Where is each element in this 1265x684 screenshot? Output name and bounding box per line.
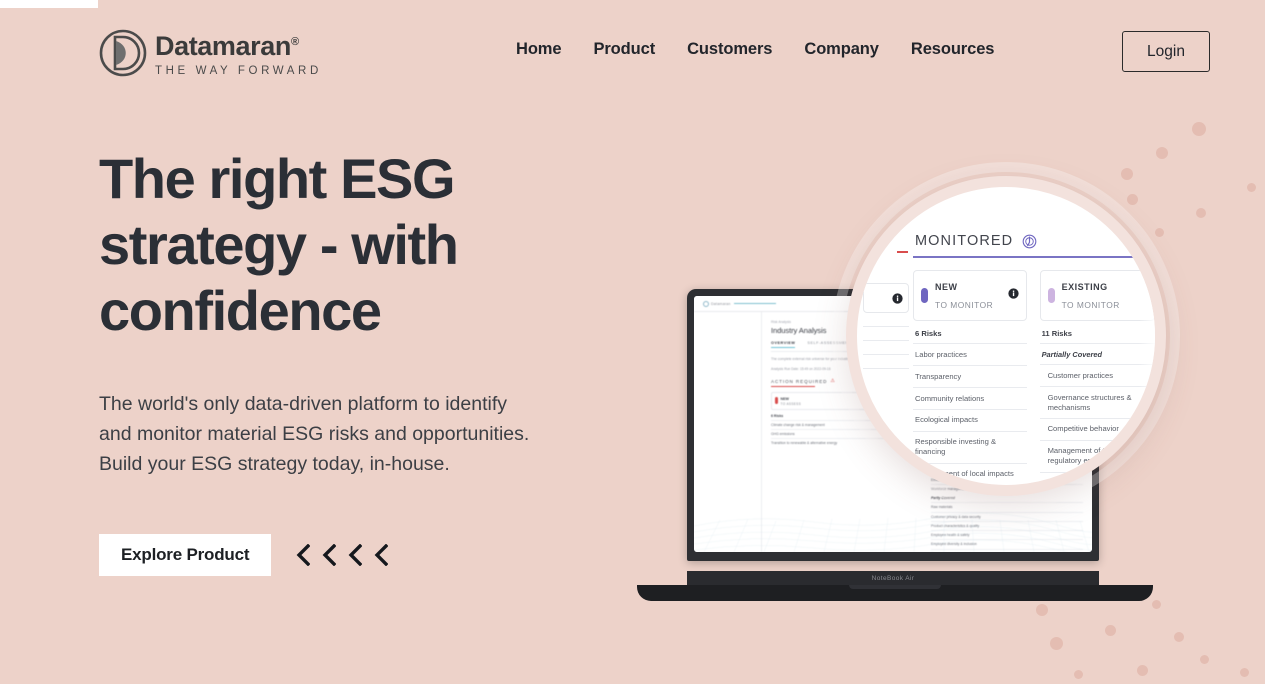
wave-mesh-graphic	[694, 513, 1092, 552]
chevron-left-icon	[348, 544, 363, 566]
risk-count-new: 6 Risks	[915, 329, 942, 339]
monitored-title: MONITORED	[915, 233, 1014, 249]
nav-item-customers[interactable]: Customers	[671, 40, 788, 59]
laptop-base	[637, 585, 1153, 601]
hero-content: The right ESG strategy - with confidence…	[99, 146, 619, 576]
risk-count-existing: 11 Risks	[1041, 329, 1072, 339]
hero-title-line-1: The right ESG	[99, 147, 456, 210]
status-pill-new	[921, 287, 928, 303]
app-logo-label: Datamaran	[711, 301, 731, 306]
chevron-left-icon	[322, 544, 337, 566]
app-topbar-underline	[733, 303, 776, 304]
app-section-underline	[771, 386, 815, 388]
explore-product-button[interactable]: Explore Product	[99, 534, 272, 576]
hero-cta-row: Explore Product	[99, 534, 619, 576]
tab-self-assessment[interactable]: SELF-ASSESSMENT	[807, 341, 851, 348]
card-subtitle: TO MONITOR	[935, 300, 994, 311]
app-logo-icon	[703, 300, 709, 307]
lens-right-fade	[1139, 187, 1155, 485]
datamaran-logo-icon	[99, 29, 147, 77]
card-new-to-monitor[interactable]: NEW TO MONITOR	[913, 269, 1027, 322]
nav-item-home[interactable]: Home	[500, 40, 577, 59]
column-new-to-monitor: NEW TO MONITOR 6 Risks Labor practices T…	[913, 269, 1027, 485]
card-existing-to-monitor[interactable]: EXISTING TO MONITOR	[1039, 269, 1155, 322]
nav-item-resources[interactable]: Resources	[895, 40, 1010, 59]
magnifier-lens: MONITORED NEW TO MONITOR 6 Risks Labor p…	[846, 176, 1166, 496]
hero-subtitle: The world's only data-driven platform to…	[99, 393, 530, 475]
tab-overview[interactable]: OVERVIEW	[771, 341, 796, 348]
app-card-subtitle: TO ASSESS	[780, 402, 802, 407]
partial-column-edge	[863, 283, 909, 369]
partial-card	[863, 283, 909, 313]
group-label-partially-covered: Partially Covered	[1039, 343, 1155, 364]
magnifier-content: MONITORED NEW TO MONITOR 6 Risks Labor p…	[857, 187, 1155, 485]
card-title: NEW	[935, 281, 958, 292]
column-existing-to-monitor: EXISTING TO MONITOR 11 Risks Partially C…	[1039, 269, 1155, 485]
site-header: Datamaran® THE WAY FORWARD Home Product …	[0, 0, 1265, 105]
app-card-title: NEW	[780, 396, 789, 401]
login-button[interactable]: Login	[1122, 31, 1210, 72]
status-pill-existing	[1047, 287, 1055, 303]
page-title: The right ESG strategy - with confidence	[99, 146, 619, 344]
status-pill-red	[775, 397, 778, 405]
info-icon	[892, 292, 903, 304]
brand-logo[interactable]: Datamaran® THE WAY FORWARD	[99, 29, 322, 77]
list-item[interactable]: Management of the legal & regulatory env…	[1039, 439, 1155, 472]
brand-name: Datamaran®	[155, 31, 299, 61]
list-item[interactable]: Labor practices	[913, 343, 1027, 365]
brand-registered-mark: ®	[290, 36, 299, 48]
nav-item-company[interactable]: Company	[788, 40, 894, 59]
list-item[interactable]: Community relations	[913, 387, 1027, 409]
list-item[interactable]: Transparency	[913, 365, 1027, 387]
card-subtitle: TO MONITOR	[1061, 300, 1120, 311]
info-icon[interactable]	[1007, 286, 1019, 304]
card-title: EXISTING	[1061, 281, 1108, 292]
chevron-group	[296, 544, 389, 566]
list-item[interactable]: Customer practices	[1039, 364, 1155, 386]
laptop-hinge-bar: NoteBook Air	[687, 571, 1099, 585]
list-item[interactable]: Responsible investing & financing	[913, 430, 1027, 463]
list-item[interactable]: Ecological impacts	[913, 408, 1027, 431]
landing-page: Datamaran® THE WAY FORWARD Home Product …	[0, 0, 1265, 684]
brand-tagline: THE WAY FORWARD	[155, 65, 322, 77]
chevron-left-icon	[296, 544, 311, 566]
monitor-bolt-icon	[1022, 234, 1037, 248]
nav-item-product[interactable]: Product	[577, 40, 671, 59]
chevron-left-icon	[374, 544, 389, 566]
main-navigation: Home Product Customers Company Resources	[500, 40, 1010, 59]
list-item[interactable]: Governance structures & mechanisms	[1039, 386, 1155, 418]
laptop-model-label: NoteBook Air	[871, 574, 915, 582]
list-item[interactable]: Competitive behavior	[1039, 417, 1155, 440]
list-item[interactable]: Management of local impacts	[913, 462, 1027, 485]
warning-icon: ⚠	[830, 378, 836, 384]
hero-title-line-3: confidence	[99, 279, 382, 342]
section-tick-marker	[897, 251, 908, 253]
hero-title-line-2: strategy - with	[99, 213, 459, 276]
